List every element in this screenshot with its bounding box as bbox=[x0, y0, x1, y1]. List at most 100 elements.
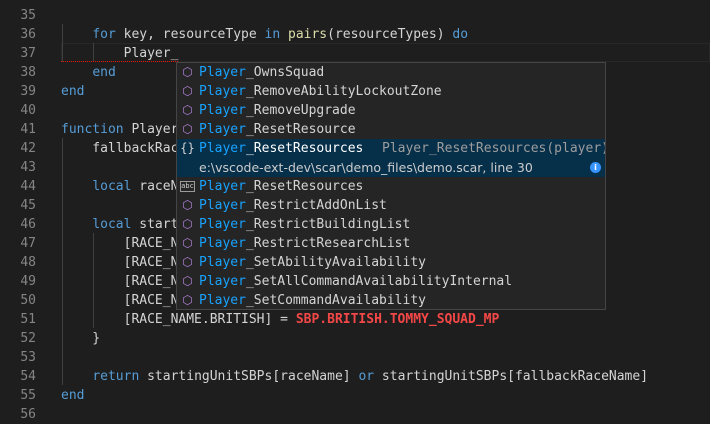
suggestion-detail: Player_ResetResources(player) bbox=[382, 141, 606, 156]
suggestion-item[interactable]: ⬡ Player_ResetResource bbox=[177, 120, 605, 139]
suggestion-label-rest: _ResetResource bbox=[245, 122, 356, 137]
code-line[interactable]: 55 end bbox=[0, 386, 710, 405]
code-token: in bbox=[264, 27, 281, 42]
code-token: do bbox=[452, 27, 469, 42]
suggestion-label: Player_RestrictBuildingList bbox=[199, 215, 410, 234]
cube-icon: ⬡ bbox=[182, 236, 193, 250]
suggestion-item[interactable]: ⬡ Player_SetAbilityAvailability bbox=[177, 253, 605, 272]
code-token: local bbox=[92, 217, 132, 232]
match-highlight: Player bbox=[199, 179, 246, 194]
code-token: [RACE_N bbox=[61, 236, 179, 251]
suggestion-label: Player_SetAbilityAvailability bbox=[199, 253, 426, 272]
suggestion-item[interactable]: ⬡ Player_OwnsSquad bbox=[177, 63, 605, 82]
cube-icon: ⬡ bbox=[182, 198, 193, 212]
match-highlight: Player bbox=[199, 293, 246, 308]
code-line[interactable]: 53 bbox=[0, 348, 710, 367]
code-line[interactable]: 36 for key, resourceType in pairs(resour… bbox=[0, 25, 710, 44]
code-token: [RACE_N bbox=[61, 293, 179, 308]
suggestion-item[interactable]: abc Player_ResetResources bbox=[177, 177, 605, 196]
code-token: [RACE_N bbox=[61, 274, 179, 289]
suggestion-label-rest: _RestrictAddOnList bbox=[245, 198, 387, 213]
suggestion-label: Player_RestrictAddOnList bbox=[199, 196, 387, 215]
suggestion-label: Player_ResetResources bbox=[199, 177, 363, 196]
suggestion-label-rest: _SetAbilityAvailability bbox=[245, 255, 426, 270]
line-number: 51 bbox=[20, 312, 36, 327]
code-line[interactable]: 37 Player_ bbox=[0, 44, 710, 63]
suggestion-label: Player_RestrictResearchList bbox=[199, 234, 410, 253]
code-token: key, resourceType bbox=[115, 27, 265, 42]
suggestion-label: Player_OwnsSquad bbox=[199, 63, 324, 82]
line-number: 49 bbox=[20, 274, 36, 289]
suggestion-label: Player_RemoveAbilityLockoutZone bbox=[199, 82, 442, 101]
code-token: local bbox=[92, 179, 132, 194]
info-icon[interactable]: i bbox=[590, 162, 601, 173]
code-token: } bbox=[61, 331, 101, 346]
code-token: return bbox=[92, 369, 140, 384]
cube-icon: ⬡ bbox=[182, 255, 193, 269]
code-line[interactable]: 35 bbox=[0, 6, 710, 25]
suggestion-label-rest: _RestrictResearchList bbox=[245, 236, 411, 251]
line-number: 43 bbox=[20, 160, 36, 175]
suggestion-label-rest: _ResetResources bbox=[245, 141, 364, 156]
code-line[interactable]: 52 } bbox=[0, 329, 710, 348]
suggestion-label-rest: _SetCommandAvailability bbox=[245, 293, 426, 308]
code-token: Player bbox=[123, 122, 179, 137]
suggestion-label-rest: _OwnsSquad bbox=[245, 65, 325, 80]
suggestion-label-rest: _SetAllCommandAvailabilityInternal bbox=[245, 274, 513, 289]
suggestion-item[interactable]: {} Player_ResetResources Player_ResetResou… bbox=[177, 139, 605, 158]
code-token: fallbackRac bbox=[61, 141, 179, 156]
match-highlight: Player bbox=[199, 236, 246, 251]
text-icon: abc bbox=[180, 181, 195, 192]
suggestion-label-rest: _ResetResources bbox=[245, 179, 364, 194]
line-number: 38 bbox=[20, 65, 36, 80]
line-number: 52 bbox=[20, 331, 36, 346]
code-token: [RACE_N bbox=[61, 255, 179, 270]
line-number: 48 bbox=[20, 255, 36, 270]
suggestion-item[interactable]: ⬡ Player_RestrictAddOnList bbox=[177, 196, 605, 215]
suggestion-label: Player_ResetResources bbox=[199, 139, 363, 158]
suggestion-label: Player_ResetResource bbox=[199, 120, 356, 139]
suggestion-label-rest: _RemoveUpgrade bbox=[245, 103, 356, 118]
code-token: function bbox=[61, 122, 124, 137]
braces-icon: {} bbox=[180, 141, 195, 155]
suggestion-item[interactable]: ⬡ Player_SetCommandAvailability bbox=[177, 291, 605, 309]
suggestion-widget[interactable]: ⬡ Player_OwnsSquad ⬡ Player_RemoveAbilityLo… bbox=[176, 62, 606, 310]
code-token: [RACE_NAME.BRITISH] = bbox=[61, 312, 296, 327]
line-number: 47 bbox=[20, 236, 36, 251]
line-number: 46 bbox=[20, 217, 36, 232]
suggestion-label: Player_SetAllCommandAvailabilityInternal bbox=[199, 272, 512, 291]
line-number: 40 bbox=[20, 103, 36, 118]
code-token: startingUnitSBPs[raceName] bbox=[139, 369, 359, 384]
suggestion-item[interactable]: ⬡ Player_RestrictResearchList bbox=[177, 234, 605, 253]
suggestion-doc-row: e:\vscode-ext-dev\scar\demo_files\demo.s… bbox=[177, 158, 605, 177]
cube-icon: ⬡ bbox=[182, 103, 193, 117]
code-text: local raceN bbox=[61, 177, 178, 196]
code-token: SBP.BRITISH.TOMMY_SQUAD_MP bbox=[295, 312, 500, 327]
code-line[interactable]: 54 return startingUnitSBPs[raceName] or … bbox=[0, 367, 710, 386]
line-number: 56 bbox=[20, 407, 36, 422]
line-number: 55 bbox=[20, 388, 36, 403]
code-text: return startingUnitSBPs[raceName] or sta… bbox=[61, 367, 648, 386]
code-text: } bbox=[61, 329, 100, 348]
code-token: or bbox=[358, 369, 375, 384]
code-line[interactable]: 51 [RACE_NAME.BRITISH] = SBP.BRITISH.TOM… bbox=[0, 310, 710, 329]
code-text: [RACE_N bbox=[61, 253, 179, 272]
suggestion-item[interactable]: ⬡ Player_RemoveAbilityLockoutZone bbox=[177, 82, 605, 101]
suggestion-item[interactable]: ⬡ Player_SetAllCommandAvailabilityInterna… bbox=[177, 272, 605, 291]
suggestion-item[interactable]: ⬡ Player_RemoveUpgrade bbox=[177, 101, 605, 120]
line-number: 35 bbox=[20, 8, 36, 23]
code-text: for key, resourceType in pairs(resourceT… bbox=[61, 25, 468, 44]
code-text: Player_ bbox=[61, 44, 179, 63]
code-line[interactable]: 56 bbox=[0, 405, 710, 424]
match-highlight: Player bbox=[199, 198, 246, 213]
cube-icon: ⬡ bbox=[182, 293, 193, 307]
match-highlight: Player bbox=[199, 141, 246, 156]
suggestion-label: Player_RemoveUpgrade bbox=[199, 101, 356, 120]
suggestion-item[interactable]: ⬡ Player_RestrictBuildingList bbox=[177, 215, 605, 234]
code-text: function Player bbox=[61, 120, 178, 139]
line-number: 54 bbox=[20, 369, 36, 384]
code-text: end bbox=[61, 63, 115, 82]
